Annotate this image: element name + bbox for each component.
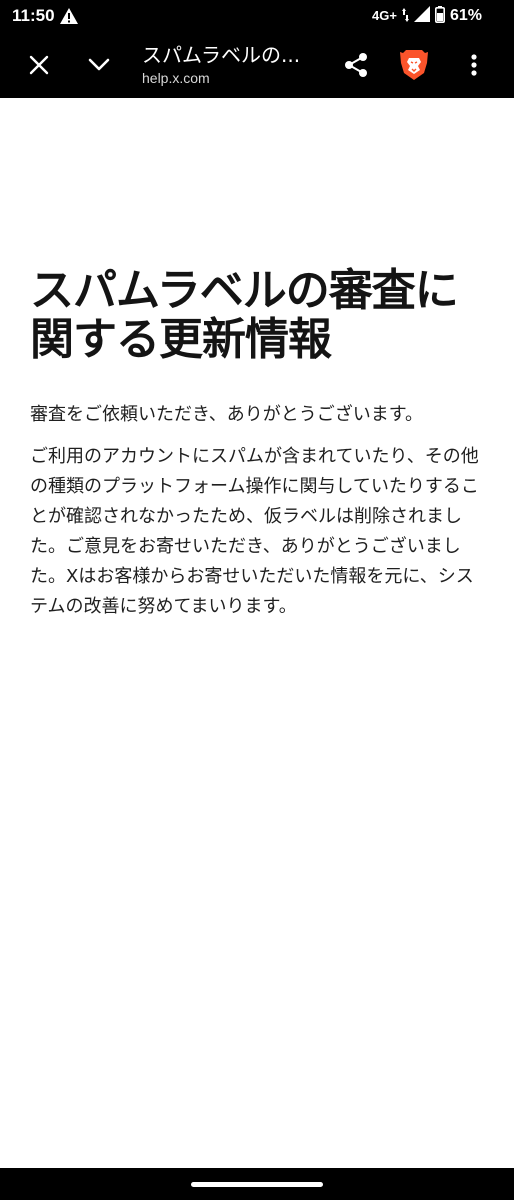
battery-percentage: 61% (449, 7, 482, 24)
alert-icon (60, 8, 78, 24)
chevron-down-icon[interactable] (78, 32, 120, 98)
toolbar-page-title: スパムラベルの... (142, 43, 301, 67)
signal-icon (413, 6, 430, 26)
network-type: 4G+ (372, 8, 397, 23)
status-indicators: 4G+ 61% (372, 5, 482, 27)
status-bar: 11:50 4G+ 61% (0, 0, 514, 32)
navigation-bar (0, 1168, 514, 1200)
article-paragraph-thanks: 審査をご依頼いただき、ありがとうございます。 (30, 404, 423, 425)
browser-toolbar: スパムラベルの... help.x.com (0, 32, 514, 98)
toolbar-url: help.x.com (142, 70, 210, 86)
page-title-area[interactable]: スパムラベルの... help.x.com (142, 41, 322, 87)
article-paragraph-details: ご利用のアカウントにスパムが含まれていたり、その他の種類のプラットフォーム操作に… (30, 446, 479, 617)
battery-icon (434, 5, 445, 27)
status-time: 11:50 (12, 6, 55, 25)
data-arrows-icon (401, 7, 409, 26)
close-icon[interactable] (18, 32, 60, 98)
more-vertical-icon[interactable] (454, 32, 494, 98)
brave-lion-icon[interactable] (392, 32, 436, 98)
article-heading: スパムラベルの審査に関する更新情報 (30, 265, 459, 365)
home-gesture-handle[interactable] (191, 1182, 323, 1187)
share-icon[interactable] (334, 32, 378, 98)
article-content: スパムラベルの審査に関する更新情報 審査をご依頼いただき、ありがとうございます。… (30, 266, 486, 622)
